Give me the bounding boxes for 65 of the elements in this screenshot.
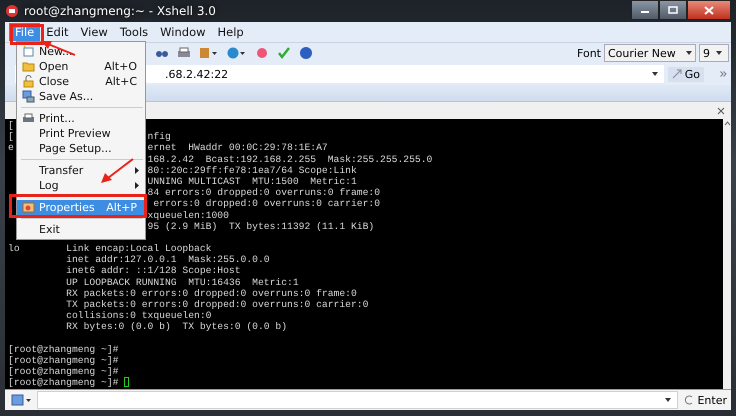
menu-item[interactable]: Help	[212, 23, 250, 41]
minimize-button[interactable]	[631, 0, 659, 20]
terminal-line: [root@zhangmeng ~]#	[8, 344, 118, 355]
close-icon	[704, 6, 714, 14]
overflow-chevron-icon[interactable]	[720, 71, 727, 77]
terminal-line: 168.2.42 Bcast:192.168.2.255 Mask:255.255.255.0	[148, 154, 432, 165]
terminal-line: UP LOOPBACK RUNNING MTU:16436 Metric:1	[65, 276, 299, 288]
terminal-line: UNNING MULTICAST MTU:1500 Metric:1	[148, 176, 357, 188]
check-icon[interactable]	[277, 46, 291, 60]
enter-button[interactable]: Enter	[682, 394, 729, 406]
terminal-line: inet addr:127.0.0.1 Mask:255.0.0.0	[65, 254, 270, 266]
go-button[interactable]: Go	[668, 66, 704, 82]
terminal-prompt: [root@zhangmeng ~]#	[8, 377, 120, 388]
refresh-icon	[684, 395, 694, 405]
app-logo-icon	[5, 4, 19, 18]
compose-input-field[interactable]	[37, 391, 678, 409]
menu-item[interactable]: Transfer	[17, 163, 145, 178]
terminal-line: errors:0 dropped:0 overruns:0 carrier:0	[152, 198, 380, 210]
terminal-line: xqueuelen:1000	[148, 210, 229, 221]
arrow-icon	[672, 69, 682, 79]
menu-item[interactable]: Edit	[40, 23, 75, 41]
terminal-line: [	[8, 131, 14, 142]
close-button[interactable]	[687, 0, 731, 20]
computer-icon	[22, 90, 34, 103]
lock-icon	[22, 75, 34, 88]
printer-icon[interactable]	[177, 46, 191, 60]
maximize-button[interactable]	[659, 0, 687, 20]
terminal-line: [root@zhangmeng ~]#	[8, 366, 118, 378]
menu-item[interactable]: Exit	[17, 222, 145, 237]
terminal-line: [	[8, 120, 14, 132]
terminal-line: e	[8, 142, 14, 154]
terminal-line: 84 errors:0 dropped:0 overruns:0 frame:0	[148, 187, 380, 198]
menu-item[interactable]: Print Preview	[17, 126, 145, 141]
printer-icon	[22, 112, 34, 125]
menu-item[interactable]: View	[74, 23, 114, 41]
terminal-line: RX packets:0 errors:0 dropped:0 overruns:0 frame:0	[65, 288, 357, 299]
terminal-line: ernet HWaddr 00:0C:29:78:1E:A7	[148, 142, 328, 154]
font-label: Font	[577, 46, 601, 60]
new-file-icon	[22, 45, 34, 58]
font-dropdown[interactable]: Courier New	[604, 44, 696, 62]
window-title: root@zhangmeng:~ - Xshell 3.0	[24, 4, 216, 18]
terminal-line: nfig	[148, 131, 171, 142]
font-size-dropdown[interactable]: 9	[699, 44, 729, 62]
menu-item[interactable]: Print...	[17, 111, 145, 126]
menu-item[interactable]: Window	[154, 23, 212, 41]
pointer-arrow	[100, 158, 134, 184]
terminal-line: [root@zhangmeng ~]#	[8, 354, 118, 366]
close-icon[interactable]	[717, 106, 725, 114]
folder-icon	[22, 60, 34, 73]
terminal-line: 80::20c:29ff:fe78:1ea7/64 Scope:Link	[148, 164, 357, 176]
terminal-line: 95 (2.9 MiB) TX bytes:11392 (11.1 KiB)	[148, 220, 374, 232]
properties-icon	[22, 201, 34, 214]
compose-icon[interactable]	[11, 394, 33, 406]
highlight-frame	[10, 24, 44, 45]
menu-item[interactable]: Page Setup...	[17, 141, 145, 156]
menu-item[interactable]: Save As...	[17, 89, 145, 104]
terminal-line: lo Link encap:Local Loopback	[8, 243, 212, 254]
terminal-line: collisions:0 txqueuelen:0	[65, 310, 212, 322]
terminal-line: inet6 addr: ::1/128 Scope:Host	[65, 265, 241, 277]
menu-item[interactable]: Tools	[114, 23, 154, 41]
maximize-icon	[668, 6, 678, 14]
terminal-line: RX bytes:0 (0.0 b) TX bytes:0 (0.0 b)	[65, 321, 288, 333]
menu-item[interactable]: Log	[17, 178, 145, 193]
terminal-line: TX packets:0 errors:0 dropped:0 overruns:0 carrier:0	[65, 299, 368, 310]
scrollbar[interactable]	[723, 119, 731, 389]
